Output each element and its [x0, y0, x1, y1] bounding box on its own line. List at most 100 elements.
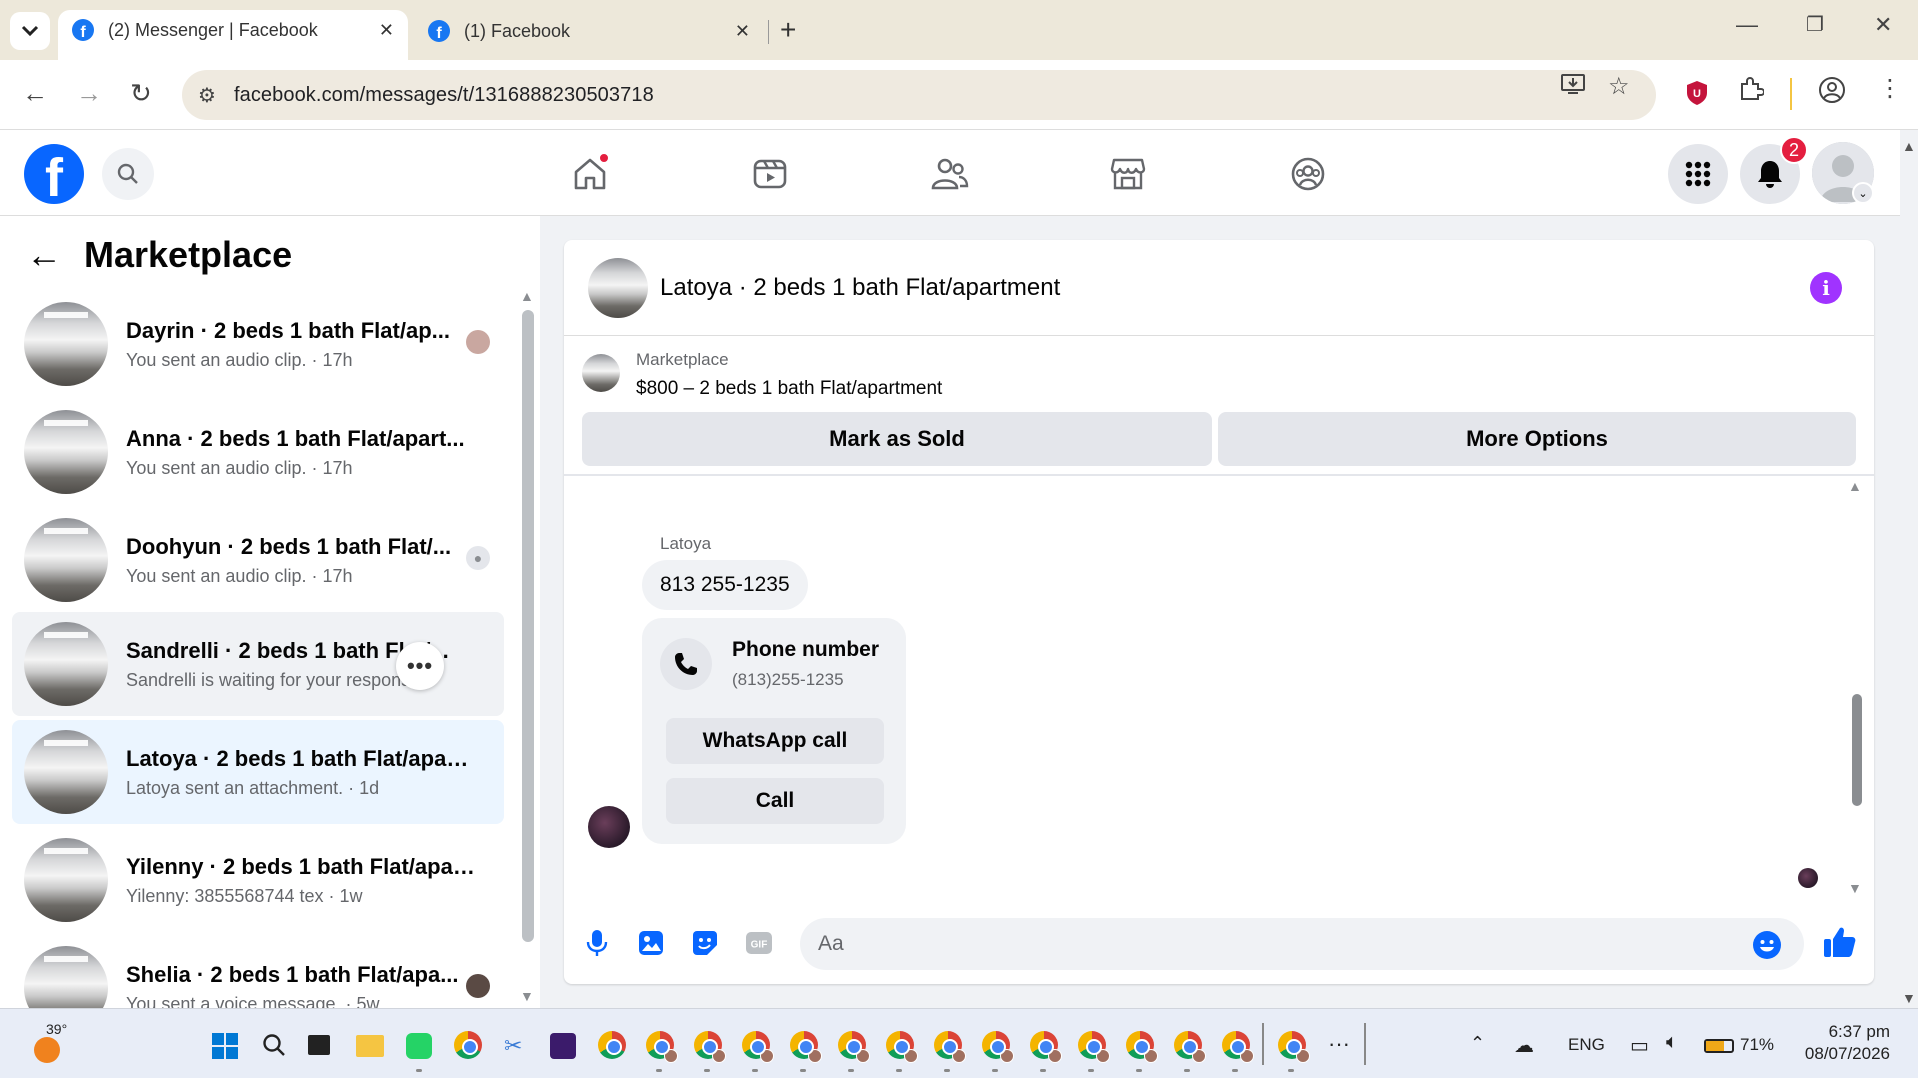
info-icon[interactable]: i — [1810, 272, 1842, 304]
nav-home[interactable] — [568, 152, 612, 196]
call-button[interactable]: Call — [666, 778, 884, 824]
thread-scrollbar[interactable] — [1852, 694, 1862, 806]
gif-icon[interactable]: GIF — [744, 928, 774, 958]
sender-avatar[interactable] — [588, 806, 630, 848]
chrome-profile-icon[interactable] — [886, 1031, 918, 1063]
nav-groups[interactable] — [1286, 152, 1330, 196]
chrome-profile-icon[interactable] — [1222, 1031, 1254, 1063]
more-options-icon[interactable]: ••• — [396, 642, 444, 690]
conversation-item[interactable]: Dayrin · 2 beds 1 bath Flat/ap... You se… — [12, 292, 504, 396]
conversation-item[interactable]: Shelia · 2 beds 1 bath Flat/apa... You s… — [12, 936, 504, 1008]
input-language[interactable]: ENG — [1568, 1035, 1605, 1055]
message-bubble[interactable]: 813 255-1235 — [642, 560, 808, 610]
ublock-extension-icon[interactable]: U — [1686, 80, 1708, 106]
sidebar-scroll-down-icon[interactable]: ▼ — [520, 988, 534, 1004]
microphone-icon[interactable] — [582, 928, 612, 958]
start-windows-icon[interactable] — [212, 1033, 238, 1064]
thumbs-up-icon[interactable] — [1822, 924, 1858, 960]
conversation-item[interactable]: Sandrelli · 2 beds 1 bath Flat/... Sandr… — [12, 612, 504, 716]
onedrive-icon[interactable]: ☁ — [1514, 1033, 1534, 1058]
page-scroll-down-icon[interactable]: ▼ — [1902, 990, 1916, 1006]
conversation-item[interactable]: Latoya · 2 beds 1 bath Flat/apart... Lat… — [12, 720, 504, 824]
tab-facebook[interactable]: f (1) Facebook ✕ — [414, 10, 764, 52]
close-tab-icon[interactable]: ✕ — [379, 20, 394, 41]
tab-search-button[interactable] — [10, 12, 50, 50]
extensions-puzzle-icon[interactable] — [1738, 76, 1765, 109]
snipping-tool-icon[interactable]: ✂ — [504, 1033, 522, 1059]
chrome-profile-icon[interactable] — [838, 1031, 870, 1063]
restore-icon[interactable]: ❐ — [1806, 12, 1824, 37]
chrome-profile-icon[interactable] — [742, 1031, 774, 1063]
photo-icon[interactable] — [636, 928, 666, 958]
chat-title[interactable]: Latoya · 2 beds 1 bath Flat/apartment — [660, 274, 1060, 302]
back-arrow-icon[interactable]: ← — [26, 234, 62, 276]
chrome-profile-icon[interactable] — [1078, 1031, 1110, 1063]
chrome-profile-icon[interactable] — [646, 1031, 678, 1063]
bookmark-star-icon[interactable]: ☆ — [1608, 72, 1630, 101]
sidebar-scrollbar[interactable] — [522, 310, 534, 942]
back-arrow-icon[interactable]: ← — [22, 78, 48, 109]
window-close-icon[interactable]: ✕ — [1874, 12, 1892, 38]
volume-icon[interactable]: 🔈︎ — [1666, 1031, 1678, 1054]
chrome-profile-icon[interactable] — [982, 1031, 1014, 1063]
task-view-icon[interactable] — [308, 1035, 330, 1055]
listing-title[interactable]: $800 – 2 beds 1 bath Flat/apartment — [636, 378, 942, 400]
minimize-icon[interactable]: — — [1736, 12, 1758, 38]
nav-video[interactable] — [748, 152, 792, 196]
page-scroll-up-icon[interactable]: ▲ — [1902, 138, 1916, 154]
whatsapp-call-button[interactable]: WhatsApp call — [666, 718, 884, 764]
chevron-down-icon — [21, 25, 39, 37]
display-icon[interactable]: ▭ — [1630, 1033, 1649, 1058]
message-input[interactable]: Aa — [800, 918, 1804, 970]
reload-icon[interactable]: ↻ — [130, 78, 152, 109]
chrome-profile-icon[interactable] — [1174, 1031, 1206, 1063]
show-hidden-icons-chevron-icon[interactable]: ⌃ — [1470, 1033, 1485, 1054]
more-options-button[interactable]: More Options — [1218, 412, 1856, 466]
conversation-item[interactable]: Doohyun · 2 beds 1 bath Flat/... You sen… — [12, 508, 504, 612]
tab-messenger[interactable]: f (2) Messenger | Facebook ✕ — [58, 10, 408, 60]
chrome-profile-icon[interactable] — [934, 1031, 966, 1063]
battery-icon[interactable] — [1704, 1039, 1734, 1053]
chrome-profile-icon[interactable] — [1030, 1031, 1062, 1063]
listing-thumbnail[interactable] — [588, 257, 648, 318]
system-clock[interactable]: 6:37 pm 08/07/2026 — [1805, 1021, 1890, 1065]
thread-scroll-up-icon[interactable]: ▲ — [1848, 478, 1862, 494]
facebook-logo-icon[interactable]: f — [24, 144, 84, 204]
mark-as-sold-button[interactable]: Mark as Sold — [582, 412, 1212, 466]
conversation-item[interactable]: Yilenny · 2 beds 1 bath Flat/apar... Yil… — [12, 828, 504, 932]
taskbar-search-icon[interactable] — [262, 1033, 286, 1062]
chrome-profile-icon[interactable] — [790, 1031, 822, 1063]
close-tab-icon[interactable]: ✕ — [735, 21, 750, 42]
chrome-profile-icon[interactable] — [1278, 1031, 1310, 1063]
listing-thumbnail[interactable] — [582, 354, 620, 392]
chrome-icon[interactable] — [598, 1031, 626, 1059]
nav-marketplace[interactable] — [1106, 152, 1150, 196]
search-button[interactable] — [102, 148, 154, 200]
account-menu-chevron-icon[interactable]: ⌄ — [1852, 182, 1874, 204]
forward-arrow-icon[interactable]: → — [76, 78, 102, 109]
emoji-icon[interactable] — [1752, 930, 1782, 960]
chrome-profile-icon[interactable] — [1126, 1031, 1158, 1063]
conversation-name: Yilenny · 2 beds 1 bath Flat/apar... — [126, 853, 476, 879]
address-bar[interactable]: ⚙ facebook.com/messages/t/13168882305037… — [182, 70, 1656, 120]
sticker-icon[interactable] — [690, 928, 720, 958]
more-apps-icon[interactable]: ··· — [1328, 1031, 1350, 1057]
install-app-icon[interactable] — [1560, 72, 1586, 103]
whatsapp-icon[interactable] — [406, 1033, 432, 1059]
conversation-item[interactable]: Anna · 2 beds 1 bath Flat/apart... You s… — [12, 400, 504, 504]
app-icon[interactable] — [550, 1033, 576, 1059]
menu-grid-button[interactable] — [1668, 144, 1728, 204]
sidebar-scroll-up-icon[interactable]: ▲ — [520, 288, 534, 304]
profile-icon[interactable] — [1818, 76, 1846, 111]
chrome-icon[interactable] — [454, 1031, 482, 1059]
taskbar-divider — [1262, 1023, 1264, 1065]
file-explorer-icon[interactable] — [356, 1035, 384, 1057]
weather-widget[interactable]: 39° — [28, 1021, 67, 1063]
new-tab-icon[interactable]: + — [780, 14, 796, 46]
browser-menu-icon[interactable]: ⋮ — [1878, 74, 1902, 103]
chrome-profile-icon[interactable] — [694, 1031, 726, 1063]
sidebar-title: Marketplace — [84, 234, 293, 275]
thread-scroll-down-icon[interactable]: ▼ — [1848, 880, 1862, 896]
nav-friends[interactable] — [928, 152, 972, 196]
site-info-icon[interactable]: ⚙ — [198, 83, 216, 108]
